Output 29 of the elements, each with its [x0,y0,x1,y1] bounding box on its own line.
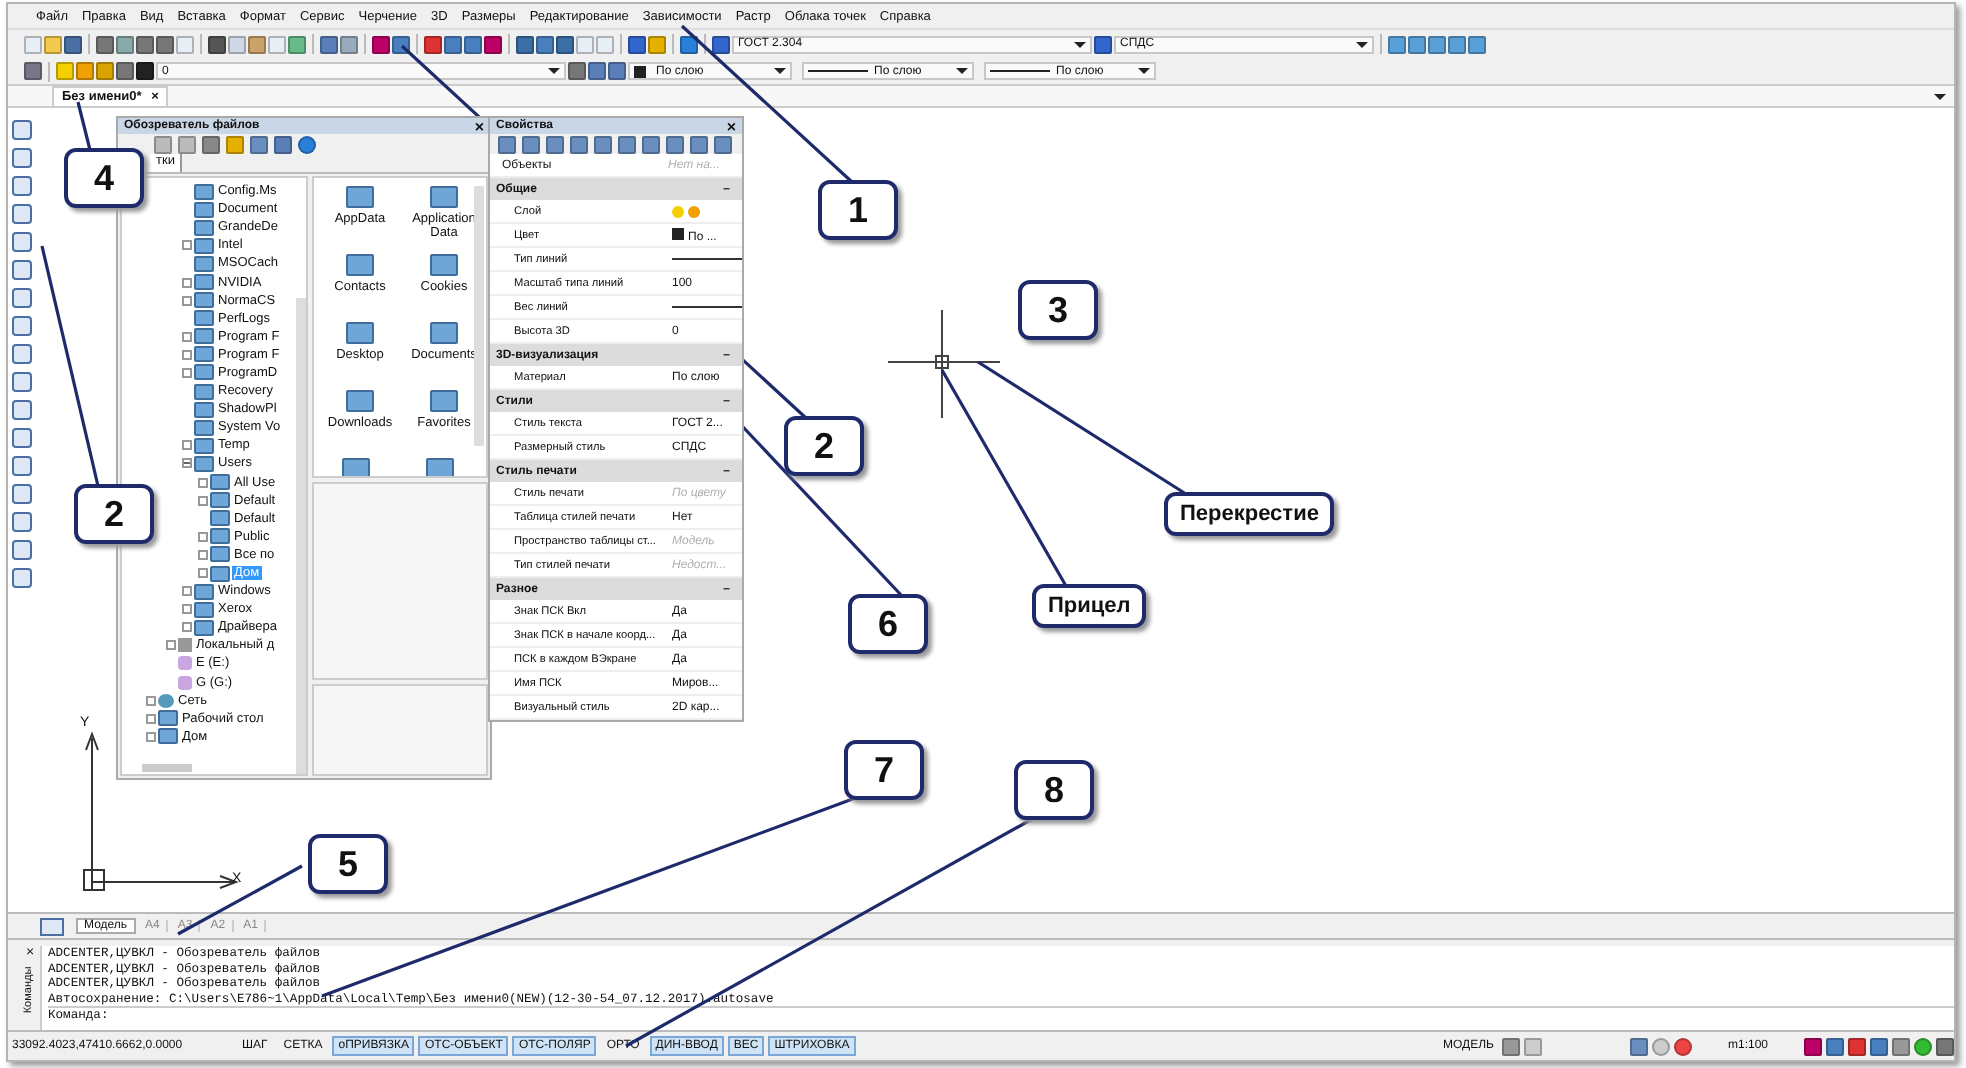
callout-number: 8 [1014,760,1094,820]
caret-icon [774,68,786,74]
caret-icon [1356,41,1368,47]
callout-number: 6 [848,594,928,654]
scrollbar[interactable] [142,764,192,772]
network-icon [158,693,174,708]
close-button[interactable]: × [726,117,736,135]
caret-icon[interactable] [1934,94,1946,100]
drawing-canvas[interactable] [8,108,1954,914]
close-button[interactable]: × [474,117,484,135]
leader-line [177,864,303,936]
expander-icon[interactable] [182,240,192,251]
layout-icon[interactable] [40,917,64,935]
callout-number: 2 [784,416,864,476]
scrollbar[interactable] [296,298,306,774]
leader-line [76,101,92,151]
callout-number: 3 [1018,280,1098,340]
caret-icon [548,68,560,74]
callout-number: 5 [308,834,388,894]
scrollbar[interactable] [474,186,484,446]
caret-icon [956,68,968,74]
callout-number: 2 [74,484,154,544]
caret-icon [1138,68,1150,74]
caret-icon [1074,41,1086,47]
callout-label: Перекрестие [1164,492,1335,536]
callout-number: 4 [64,148,144,208]
callout-label: Прицел [1032,584,1147,628]
callout-number: 7 [844,740,924,800]
callout-number: 1 [818,180,898,240]
